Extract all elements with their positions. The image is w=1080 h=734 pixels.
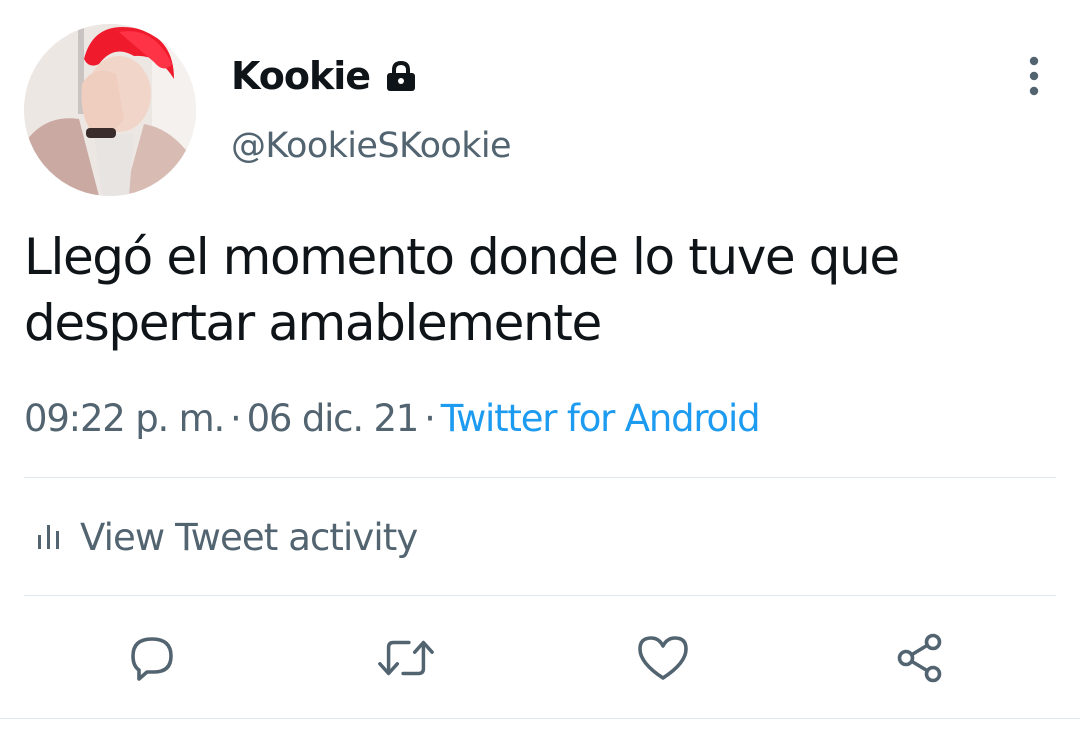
share-icon (897, 633, 942, 683)
user-handle[interactable]: @KookieSKookie (231, 122, 512, 170)
heart-icon (638, 636, 688, 680)
avatar[interactable] (24, 24, 196, 196)
more-options-icon[interactable] (1020, 55, 1048, 97)
divider (24, 477, 1056, 478)
share-button[interactable] (890, 628, 950, 688)
retweet-button[interactable] (376, 628, 436, 688)
tweet-meta: 09:22 p. m. · 06 dic. 21 · Twitter for Andro… (24, 393, 761, 445)
retweet-icon (378, 640, 434, 676)
avatar-image (24, 24, 196, 196)
reply-button[interactable] (122, 628, 182, 688)
lock-icon (384, 60, 418, 92)
tweet-date[interactable]: 06 dic. 21 (247, 397, 420, 440)
display-name-text: Kookie (231, 54, 371, 98)
reply-icon (131, 637, 173, 681)
meta-separator: · (230, 397, 242, 440)
view-tweet-activity-button[interactable]: View Tweet activity (36, 512, 418, 564)
view-tweet-activity-label: View Tweet activity (80, 516, 418, 559)
meta-separator: · (424, 397, 436, 440)
like-button[interactable] (633, 628, 693, 688)
bar-chart-icon (36, 521, 62, 555)
display-name[interactable]: Kookie (231, 51, 418, 101)
divider (24, 595, 1056, 596)
bottom-divider (0, 718, 1080, 719)
tweet-time[interactable]: 09:22 p. m. (24, 397, 225, 440)
tweet-text: Llegó el momento donde lo tuve que despe… (24, 228, 900, 352)
tweet-source-link[interactable]: Twitter for Android (441, 397, 761, 440)
